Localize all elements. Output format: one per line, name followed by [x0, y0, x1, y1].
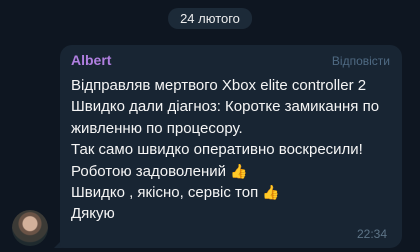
sender-avatar[interactable] — [12, 210, 48, 246]
message-line: Швидко , якісно, сервіс топ 👍 — [71, 182, 390, 203]
thumbs-up-icon: 👍 — [230, 162, 248, 179]
message-line: Швидко дали діагноз: Коротке замикання п… — [71, 98, 380, 116]
message-line: Роботою задоволений 👍 — [71, 161, 390, 182]
message-text: Відправляв мертвого Xbox elite controlle… — [71, 75, 390, 225]
sender-name[interactable]: Albert — [71, 52, 111, 68]
date-separator: 24 лютого — [168, 8, 252, 29]
message-header: Albert Відповісти — [71, 52, 390, 70]
reply-button[interactable]: Відповісти — [332, 54, 390, 68]
message-line: Відправляв мертвого Xbox elite controlle… — [71, 77, 367, 94]
chat-view: 24 лютого Albert Відповісти Відправляв м… — [0, 0, 420, 252]
message-line: Дякую — [71, 205, 115, 223]
message-time: 22:34 — [356, 227, 387, 241]
message-bubble[interactable]: Albert Відповісти Відправляв мертвого Xb… — [60, 45, 402, 248]
message-line: Так само швидко оперативно воскресили! — [71, 141, 363, 159]
thumbs-up-icon: 👍 — [262, 184, 280, 201]
message-line: живленню по процесору. — [71, 119, 243, 137]
